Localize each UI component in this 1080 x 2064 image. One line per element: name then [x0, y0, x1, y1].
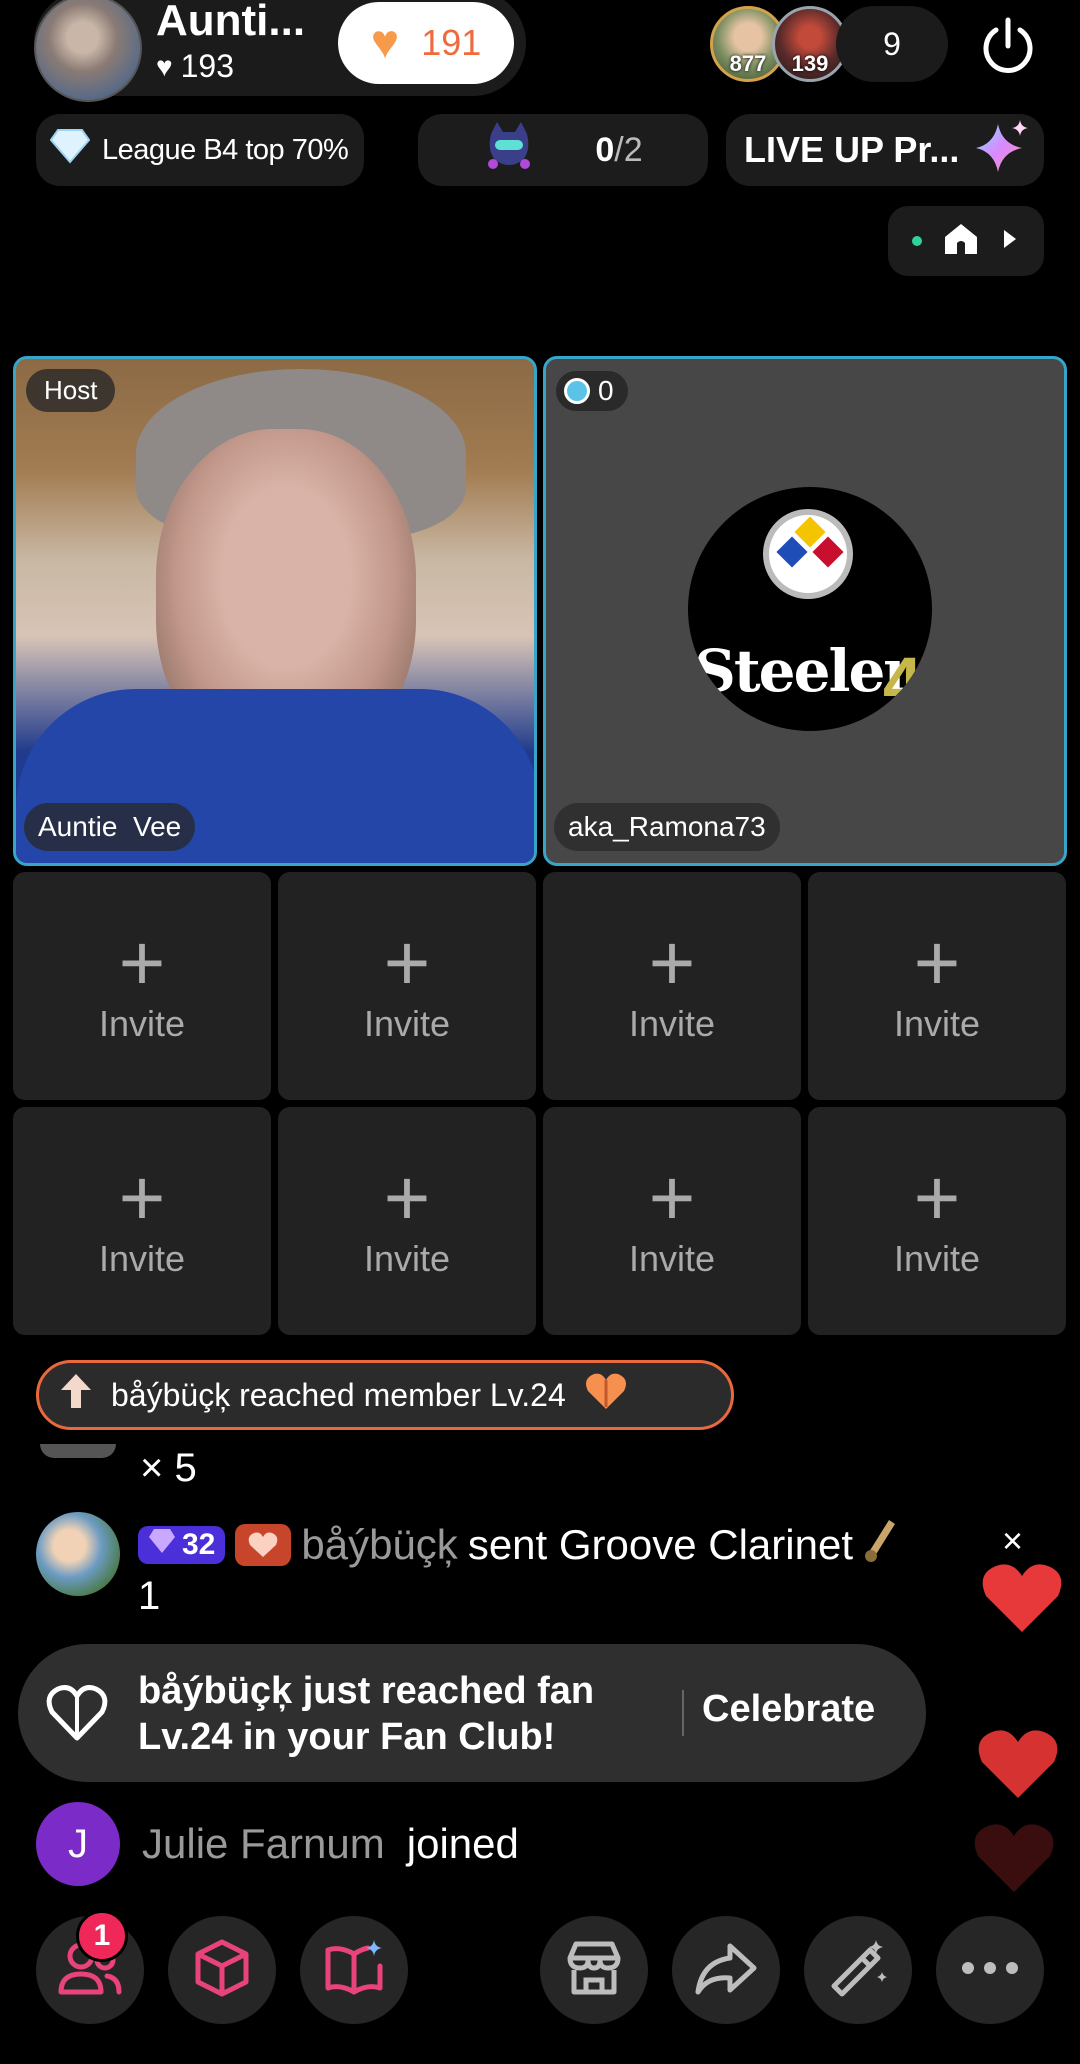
plus-icon: + — [118, 1153, 166, 1242]
plus-icon: + — [648, 1153, 696, 1242]
share-icon — [694, 1940, 758, 2001]
steelers-logo-icon — [763, 509, 853, 599]
guide-button[interactable] — [300, 1916, 408, 2024]
host-likes-count: 193 — [180, 48, 235, 84]
host-tag: Host — [26, 369, 116, 412]
like-count: 191 — [421, 22, 482, 63]
book-icon — [322, 1938, 386, 2003]
guest-score: 0 — [556, 371, 628, 411]
close-icon[interactable]: × — [1002, 1520, 1023, 1562]
host-likes: ♥ 193 — [156, 48, 234, 85]
member-banner-text: båýbüçķ reached member Lv.24 — [111, 1376, 566, 1413]
shop-button[interactable] — [540, 1916, 648, 2024]
viewer-count[interactable]: 9 — [836, 6, 948, 82]
shop-icon — [564, 1940, 624, 2001]
heart-icon: ♥ — [370, 16, 400, 69]
invite-slot-1[interactable]: + Invite — [13, 872, 271, 1100]
member-level-banner: båýbüçķ reached member Lv.24 — [36, 1360, 734, 1430]
plus-icon: + — [383, 1153, 431, 1242]
box-icon — [190, 1936, 254, 2005]
home-icon[interactable] — [941, 221, 981, 262]
invite-slot-7[interactable]: + Invite — [543, 1107, 801, 1335]
floating-heart-icon — [978, 1730, 1058, 1798]
diamond-icon — [49, 128, 91, 172]
plus-icon: + — [383, 918, 431, 1007]
host-tile-name: Auntie Vee — [24, 803, 196, 851]
invite-slot-8[interactable]: + Invite — [808, 1107, 1066, 1335]
celebrate-button[interactable]: Celebrate — [702, 1688, 875, 1731]
like-button[interactable]: ♥ 191 — [338, 2, 514, 84]
clarinet-icon — [863, 1518, 899, 1572]
gift-text: sent Groove Clarinet — [467, 1521, 853, 1568]
fan-level-toast: båýbüçķ just reached fan Lv.24 in your F… — [18, 1644, 926, 1782]
share-button[interactable] — [672, 1916, 780, 2024]
toast-divider — [682, 1690, 684, 1736]
host-name: Aunti... — [156, 0, 306, 45]
fan-toast-message: båýbüçķ just reached fan Lv.24 in your F… — [138, 1670, 595, 1758]
more-button[interactable] — [936, 1916, 1044, 2024]
league-label: League B4 top 70% — [102, 133, 349, 166]
gift-quantity: 1 — [138, 1574, 161, 1618]
joined-user-name[interactable]: Julie Farnum — [142, 1820, 385, 1868]
viewer-score-2: 139 — [791, 51, 829, 76]
gem-icon — [148, 1528, 176, 1562]
live-up-pill[interactable]: LIVE UP Pr... — [726, 114, 1044, 186]
cat-mascot-icon — [483, 120, 535, 181]
floating-heart-icon — [982, 1564, 1062, 1632]
play-icon[interactable] — [1000, 227, 1020, 256]
invite-slot-4[interactable]: + Invite — [808, 872, 1066, 1100]
magic-wand-icon — [826, 1936, 890, 2005]
join-message: J Julie Farnum joined — [36, 1802, 519, 1886]
host-video-tile[interactable]: Host Auntie Vee — [13, 356, 537, 866]
invite-slot-5[interactable]: + Invite — [13, 1107, 271, 1335]
invite-slot-2[interactable]: + Invite — [278, 872, 536, 1100]
user-level-badge: 32 — [138, 1526, 226, 1564]
challenge-progress: 0/2 — [595, 130, 643, 169]
power-icon[interactable] — [976, 14, 1040, 78]
plus-icon: + — [648, 918, 696, 1007]
gift-sender-name[interactable]: båýbüçķ — [301, 1521, 457, 1569]
effects-button[interactable] — [168, 1916, 276, 2024]
gift-message-line: 32 båýbüçķ sent Groove Clarinet — [138, 1518, 899, 1572]
fan-club-badge — [235, 1524, 292, 1566]
guest-video-tile[interactable]: 0 Steeler 4 aka_Ramona73 — [543, 356, 1067, 866]
status-dot — [911, 236, 922, 246]
joined-user-avatar[interactable]: J — [36, 1802, 120, 1886]
plus-icon: + — [118, 918, 166, 1007]
guest-avatar-number: 4 — [883, 643, 922, 721]
friends-badge: 1 — [76, 1910, 128, 1962]
mini-controls[interactable] — [888, 206, 1044, 276]
beauty-button[interactable] — [804, 1916, 912, 2024]
joined-text: joined — [406, 1820, 519, 1867]
heart-icon: ♥ — [156, 50, 173, 82]
gift-sender-avatar[interactable] — [36, 1512, 120, 1596]
fan-heart-icon — [584, 1371, 628, 1419]
live-up-label: LIVE UP Pr... — [744, 129, 960, 170]
gift-multiplier: × 5 — [140, 1446, 197, 1490]
invite-slot-6[interactable]: + Invite — [278, 1107, 536, 1335]
arrow-up-icon — [59, 1372, 93, 1418]
floating-heart-icon — [974, 1824, 1054, 1892]
sparkle-icon — [972, 116, 1032, 185]
guest-avatar: Steeler 4 — [688, 487, 932, 731]
plus-icon: + — [913, 1153, 961, 1242]
league-pill[interactable]: League B4 top 70% — [36, 114, 364, 186]
more-icon — [958, 1960, 1022, 1981]
invite-slot-3[interactable]: + Invite — [543, 872, 801, 1100]
gem-icon — [564, 378, 590, 404]
viewer-score-1: 877 — [729, 51, 767, 76]
fan-club-heart-icon — [44, 1680, 110, 1746]
challenge-pill[interactable]: 0/2 — [418, 114, 708, 186]
guest-avatar-text: Steeler — [694, 637, 914, 705]
guest-tile-name: aka_Ramona73 — [554, 803, 780, 851]
gift-sender-avatar-partial — [40, 1444, 116, 1458]
plus-icon: + — [913, 918, 961, 1007]
